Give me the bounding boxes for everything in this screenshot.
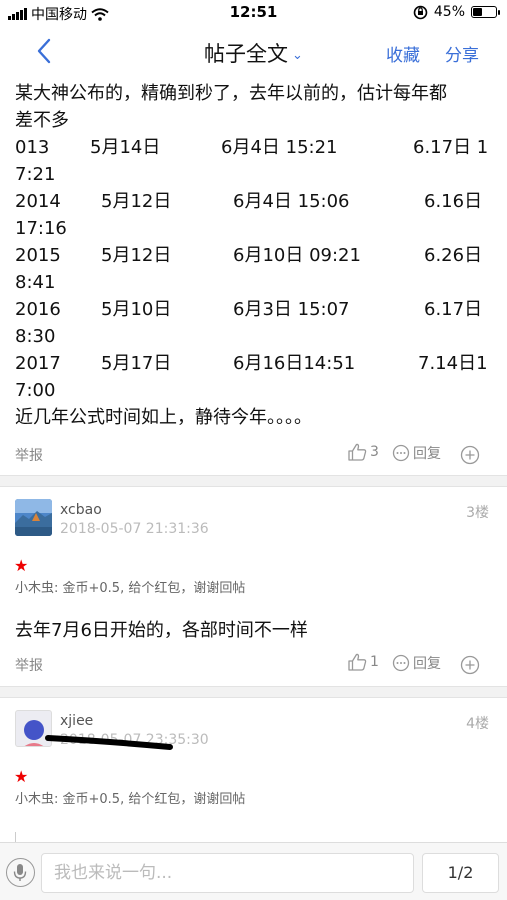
end-cell: 6.17日 <box>424 299 483 320</box>
year-row: 2014 5月12日 6月4日 15:06 6.16日 <box>15 188 495 215</box>
post-line: 某大神公布的，精确到秒了，去年以前的，估计每年都 <box>15 83 447 104</box>
like-count: 1 <box>370 654 379 670</box>
bottom-bar: 1/2 <box>0 842 507 900</box>
like-button[interactable]: 1 <box>348 653 379 671</box>
time-cell: 6月10日 09:21 <box>233 245 361 266</box>
end-cell: 6.16日 <box>424 191 483 212</box>
reply-button[interactable]: 回复 <box>392 443 441 463</box>
section-divider <box>0 475 507 487</box>
post-line: 8:30 <box>15 326 56 347</box>
report-button[interactable]: 举报 <box>15 445 43 465</box>
reply-content: 去年7月6日开始的，各部时间不一样 <box>15 620 308 641</box>
status-bar: 中国移动 12:51 45% <box>0 0 507 26</box>
end-cell: 6.26日 <box>424 245 483 266</box>
page-indicator[interactable]: 1/2 <box>422 853 499 893</box>
end-cell: 6.17日 1 <box>413 137 489 158</box>
year-row: 013 5月14日 6月4日 15:21 6.17日 1 <box>15 134 495 161</box>
comment-icon <box>392 444 410 462</box>
orientation-lock-icon <box>413 5 428 19</box>
comment-icon <box>392 654 410 672</box>
favorite-button[interactable]: 收藏 <box>386 41 420 66</box>
floor-number: 4楼 <box>466 716 489 732</box>
username[interactable]: xjiee <box>60 713 93 729</box>
battery-icon <box>471 6 500 18</box>
year-cell: 2016 <box>15 299 61 320</box>
add-icon[interactable] <box>460 445 480 465</box>
post-date: 2018-05-07 21:31:36 <box>60 521 209 537</box>
year-cell: 013 <box>15 137 50 158</box>
post-line: 8:41 <box>15 272 56 293</box>
like-button[interactable]: 3 <box>348 443 379 461</box>
date-cell: 5月17日 <box>101 353 172 374</box>
post-line: 17:16 <box>15 218 67 239</box>
reply-action-row: 举报 1 回复 <box>0 650 507 680</box>
date-cell: 5月12日 <box>101 191 172 212</box>
post-line: 7:21 <box>15 164 56 185</box>
comment-input[interactable] <box>41 853 414 893</box>
time-cell: 6月3日 15:07 <box>233 299 350 320</box>
year-cell: 2015 <box>15 245 61 266</box>
year-cell: 2014 <box>15 191 61 212</box>
report-button[interactable]: 举报 <box>15 655 43 675</box>
year-row: 2016 5月10日 6月3日 15:07 6.17日 <box>15 296 495 323</box>
date-cell: 5月14日 <box>90 137 161 158</box>
time-cell: 6月4日 15:06 <box>233 191 350 212</box>
add-icon[interactable] <box>460 655 480 675</box>
quote-bar <box>15 832 16 842</box>
reply-label: 回复 <box>413 656 441 672</box>
date-cell: 5月12日 <box>101 245 172 266</box>
year-row: 2015 5月12日 6月10日 09:21 6.26日 <box>15 242 495 269</box>
reply-button[interactable]: 回复 <box>392 653 441 673</box>
page-title[interactable]: 帖子全文 ⌄ <box>0 38 507 68</box>
date-cell: 5月10日 <box>101 299 172 320</box>
section-divider <box>0 686 507 698</box>
redaction-scribble <box>45 735 173 750</box>
microphone-icon <box>13 864 27 881</box>
nav-bar: 帖子全文 ⌄ 收藏 分享 <box>0 26 507 76</box>
username[interactable]: xcbao <box>60 502 102 518</box>
avatar[interactable] <box>15 499 52 536</box>
year-row: 2017 5月17日 6月16日14:51 7.14日1 <box>15 350 495 377</box>
battery-percent: 45% <box>433 4 465 20</box>
star-icon: ★ <box>14 767 29 786</box>
star-icon: ★ <box>14 556 29 575</box>
post-line: 7:00 <box>15 380 56 401</box>
post-action-row: 举报 3 回复 <box>0 440 507 470</box>
post-content: 某大神公布的，精确到秒了，去年以前的，估计每年都 差不多 013 5月14日 6… <box>15 80 495 432</box>
reward-note: 小木虫: 金币+0.5, 给个红包，谢谢回帖 <box>15 581 246 596</box>
status-right: 45% <box>413 4 500 20</box>
floor-number: 3楼 <box>466 505 489 521</box>
post-line: 近几年公式时间如上，静待今年。。。。 <box>15 407 312 428</box>
time-cell: 6月16日14:51 <box>233 353 356 374</box>
time-cell: 6月4日 15:21 <box>221 137 338 158</box>
microphone-button[interactable] <box>6 858 35 887</box>
reply-label: 回复 <box>413 446 441 462</box>
share-button[interactable]: 分享 <box>445 41 479 66</box>
like-count: 3 <box>370 444 379 460</box>
year-cell: 2017 <box>15 353 61 374</box>
thumbs-up-icon <box>348 653 367 671</box>
chevron-down-icon: ⌄ <box>292 47 303 63</box>
post-line: 差不多 <box>15 110 69 131</box>
end-cell: 7.14日1 <box>418 353 488 374</box>
page-title-text: 帖子全文 <box>204 42 289 66</box>
thumbs-up-icon <box>348 443 367 461</box>
reward-note: 小木虫: 金币+0.5, 给个红包，谢谢回帖 <box>15 792 246 807</box>
avatar-image <box>15 499 52 536</box>
